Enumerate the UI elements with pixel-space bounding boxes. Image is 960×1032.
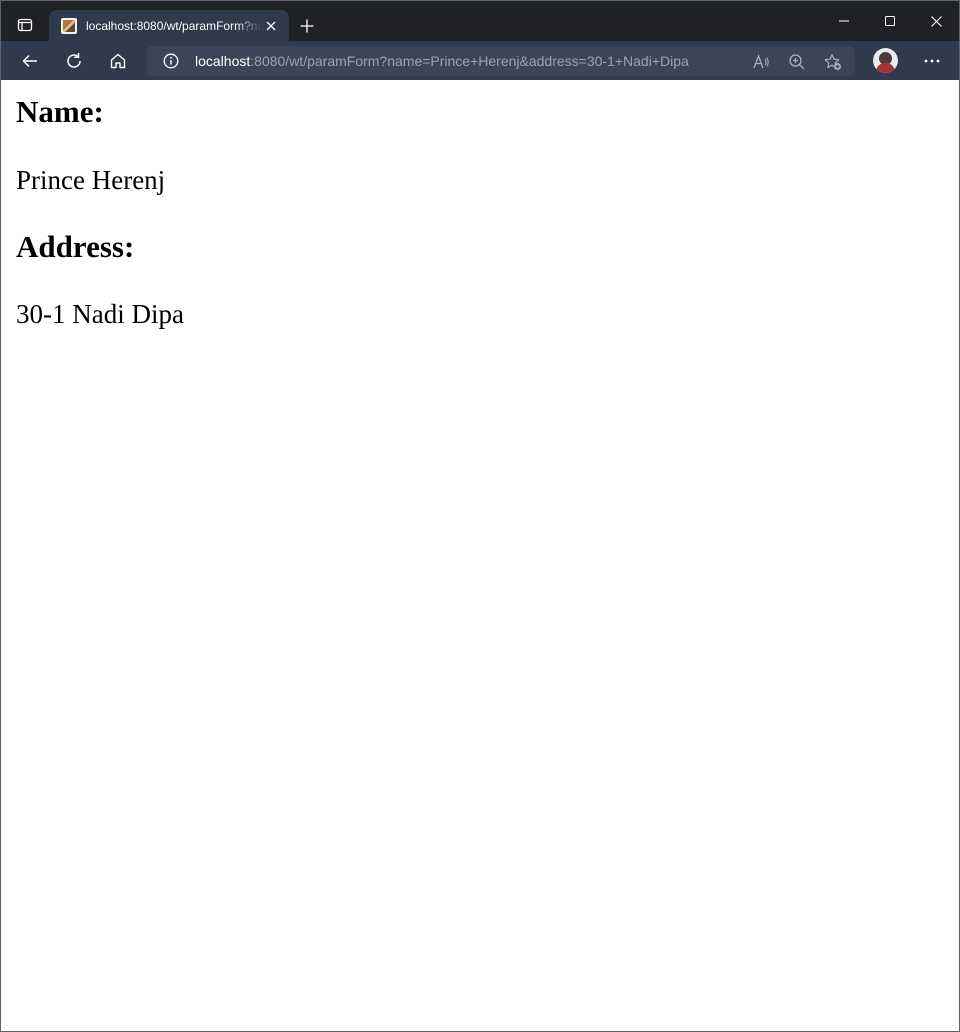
url-host: localhost xyxy=(195,53,251,69)
browser-tab[interactable]: localhost:8080/wt/paramForm?name=Prince+… xyxy=(49,10,289,41)
name-value: Prince Herenj xyxy=(16,165,166,195)
address-value: 30-1 Nadi Dipa xyxy=(16,299,184,329)
page-content: Name: Prince Herenj Address: 30-1 Nadi D… xyxy=(1,80,959,1031)
minimize-icon[interactable] xyxy=(821,1,867,41)
maximize-icon[interactable] xyxy=(867,1,913,41)
add-favorite-icon[interactable] xyxy=(823,52,843,72)
favicon-icon xyxy=(61,17,77,34)
name-heading: Name: xyxy=(16,94,104,129)
more-options-icon[interactable] xyxy=(918,47,946,75)
title-bar: localhost:8080/wt/paramForm?name=Prince+… xyxy=(1,1,959,41)
close-icon[interactable] xyxy=(263,18,279,34)
tab-actions-icon[interactable] xyxy=(11,11,39,39)
back-arrow-icon[interactable] xyxy=(16,47,44,75)
read-aloud-icon[interactable] xyxy=(751,52,771,72)
address-heading: Address: xyxy=(16,229,135,264)
browser-toolbar: localhost:8080/wt/paramForm?name=Prince+… xyxy=(1,41,959,80)
tab-title: localhost:8080/wt/paramForm?name=Prince+… xyxy=(86,18,262,33)
address-bar[interactable]: localhost:8080/wt/paramForm?name=Prince+… xyxy=(147,46,855,76)
zoom-in-icon[interactable] xyxy=(787,52,807,72)
info-icon[interactable] xyxy=(163,53,179,69)
plus-icon[interactable] xyxy=(296,15,318,37)
browser-window: localhost:8080/wt/paramForm?name=Prince+… xyxy=(0,0,960,1032)
url-text[interactable]: localhost:8080/wt/paramForm?name=Prince+… xyxy=(195,53,689,69)
refresh-icon[interactable] xyxy=(60,47,88,75)
avatar[interactable] xyxy=(873,48,898,73)
close-window-icon[interactable] xyxy=(913,1,959,41)
url-path: :8080/wt/paramForm?name=Prince+Herenj&ad… xyxy=(250,53,689,69)
home-icon[interactable] xyxy=(104,47,132,75)
